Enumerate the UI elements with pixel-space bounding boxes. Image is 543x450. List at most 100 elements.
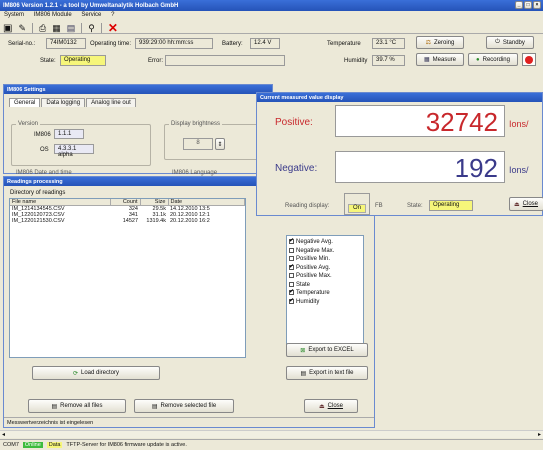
zeroing-button[interactable]: ⚖ Zeroing xyxy=(416,36,464,49)
humidity-field: 39.7 % xyxy=(372,55,405,66)
readings-table[interactable]: File name Count Size Date IM_1214134545.… xyxy=(9,198,246,358)
checkbox-negative-avg[interactable]: Negative Avg. xyxy=(289,237,361,247)
measured-titlebar: Current measured value display xyxy=(257,93,542,102)
export-text-button[interactable]: ▤ Export in text file xyxy=(286,366,368,380)
negative-value: 192 xyxy=(454,153,498,183)
door-icon: ⏏ xyxy=(514,201,520,208)
check-icon xyxy=(289,263,294,271)
menu-help[interactable]: ? xyxy=(111,12,114,18)
zeroing-icon: ⚖ xyxy=(425,40,432,46)
serial-field: 74IM0132 xyxy=(46,38,86,49)
chart-icon[interactable]: ▤ xyxy=(67,23,76,34)
remove-selected-button[interactable]: ▤ Remove selected file xyxy=(134,399,234,413)
remove-all-icon: ▤ xyxy=(51,403,58,410)
error-label: Error: xyxy=(148,58,163,64)
print-icon[interactable]: ⎙ xyxy=(39,23,46,34)
settings-tabs: General Data logging Analog line out xyxy=(9,98,272,107)
readings-close-button[interactable]: ⏏ Close xyxy=(304,399,358,413)
edit-icon[interactable]: ✎ xyxy=(18,23,26,34)
text-file-icon: ▤ xyxy=(300,370,307,377)
settings-titlebar: IM806 Settings xyxy=(4,85,272,94)
status-bar: COM7 Online Data TFTP-Server for IM806 f… xyxy=(0,439,543,450)
export-excel-button[interactable]: ⊠ Export to EXCEL xyxy=(286,343,368,357)
app-titlebar: IM806 Version 1.2.1 - a tool by Umweltan… xyxy=(0,0,543,11)
measured-state-label: State: xyxy=(407,203,423,209)
measured-title: Current measured value display xyxy=(260,94,344,101)
close-icon[interactable]: × xyxy=(533,1,541,9)
reading-display-label: Reading display: xyxy=(285,203,330,209)
check-icon xyxy=(289,288,294,297)
positive-display: 32742 xyxy=(335,105,505,137)
menu-service[interactable]: Service xyxy=(81,12,101,18)
settings-title: IM806 Settings xyxy=(7,86,46,93)
tab-general[interactable]: General xyxy=(9,98,41,107)
brightness-spinner[interactable]: ⇕ xyxy=(215,138,225,150)
tab-data-logging[interactable]: Data logging xyxy=(41,98,86,107)
os-version-field: 4.3.3.1 alpha xyxy=(54,144,94,158)
menu-im806-module[interactable]: IM806 Module xyxy=(34,12,72,18)
checkbox-positive-max[interactable]: Positive Max. xyxy=(289,272,361,281)
load-directory-button[interactable]: ⟳ Load directory xyxy=(32,366,160,380)
table-icon[interactable]: ▦ xyxy=(52,23,61,34)
state-label: State: xyxy=(40,58,56,64)
door-icon: ⏏ xyxy=(318,403,325,410)
status-message: TFTP-Server for IM806 firmware update is… xyxy=(66,442,187,448)
checkbox-temperature[interactable]: Temperature xyxy=(289,288,361,298)
scroll-right-icon[interactable]: ▸ xyxy=(538,431,541,438)
disk-icon[interactable]: ▣ xyxy=(3,23,12,34)
brightness-field[interactable]: 8 xyxy=(183,138,213,150)
horizontal-scrollbar[interactable]: ◂ ▸ xyxy=(0,430,543,438)
op-time-label: Operating time: xyxy=(90,41,132,47)
menu-bar: System IM806 Module Service ? xyxy=(4,12,122,18)
refresh-icon: ⟳ xyxy=(72,370,78,377)
table-row[interactable]: IM_1220121530.CSV 14527 1319.4k 20.12.20… xyxy=(10,218,245,224)
temperature-field: 23.1 °C xyxy=(372,38,405,49)
app-title: IM806 Version 1.2.1 - a tool by Umweltan… xyxy=(3,2,179,9)
settings-window: IM806 Settings General Data logging Anal… xyxy=(3,84,273,176)
measured-window: Current measured value display Positive:… xyxy=(256,92,543,216)
scroll-left-icon[interactable]: ◂ xyxy=(2,431,5,438)
power-icon: ⏻ xyxy=(495,39,500,45)
on-indicator: On xyxy=(348,204,366,213)
network-icon[interactable]: ⚲ xyxy=(88,23,95,34)
record-indicator[interactable] xyxy=(522,53,536,66)
recording-button[interactable]: ● Recording xyxy=(468,53,518,66)
negative-display: 192 xyxy=(335,151,505,183)
checkbox-positive-avg[interactable]: Positive Avg. xyxy=(289,263,361,273)
check-icon xyxy=(289,297,294,305)
measure-button[interactable]: ▦ Measure xyxy=(416,53,464,66)
positive-value: 32742 xyxy=(425,107,498,137)
standby-button[interactable]: ⏻ Standby xyxy=(486,36,534,49)
minimize-icon[interactable]: _ xyxy=(515,1,523,9)
measured-close-button[interactable]: ⏏ Close xyxy=(509,197,543,211)
tab-analog-line-out[interactable]: Analog line out xyxy=(86,98,136,107)
remove-file-icon: ▤ xyxy=(151,403,158,410)
excel-icon: ⊠ xyxy=(300,347,306,354)
checkbox-negative-max[interactable]: Negative Max. xyxy=(289,247,361,256)
error-field xyxy=(165,55,285,66)
positive-unit: Ions/ xyxy=(509,119,529,129)
directory-label: Directory of readings xyxy=(10,190,66,196)
checkbox-positive-min[interactable]: Positive Min. xyxy=(289,255,361,264)
menu-system[interactable]: System xyxy=(4,12,24,18)
state-field: Operating xyxy=(60,55,106,66)
negative-unit: Ions/ xyxy=(509,165,529,175)
fb-label: FB xyxy=(375,203,383,209)
status-online: Online xyxy=(22,442,43,448)
serial-label: Serial-no.: xyxy=(8,41,36,47)
remove-all-button[interactable]: ▤ Remove all files xyxy=(28,399,126,413)
humidity-label: Humidity xyxy=(344,58,368,64)
window-controls: _ □ × xyxy=(515,1,541,9)
checkbox-humidity[interactable]: Humidity xyxy=(289,297,361,307)
measure-icon: ▦ xyxy=(423,57,430,63)
version-group: Version IM806 1.1.1 OS 4.3.3.1 alpha xyxy=(11,121,151,166)
os-label: OS xyxy=(40,147,49,153)
positive-label: Positive: xyxy=(275,117,313,128)
maximize-icon[interactable]: □ xyxy=(524,1,532,9)
column-checklist: Negative Avg. Negative Max. Positive Min… xyxy=(286,235,364,345)
readings-status: Messwertverzeichnis ist eingelesen xyxy=(4,417,374,428)
checkbox-state[interactable]: State xyxy=(289,281,361,290)
reading-display-toggle[interactable]: On xyxy=(344,193,370,215)
status-port: COM7 xyxy=(3,442,19,448)
battery-field: 12.4 V xyxy=(250,38,280,49)
